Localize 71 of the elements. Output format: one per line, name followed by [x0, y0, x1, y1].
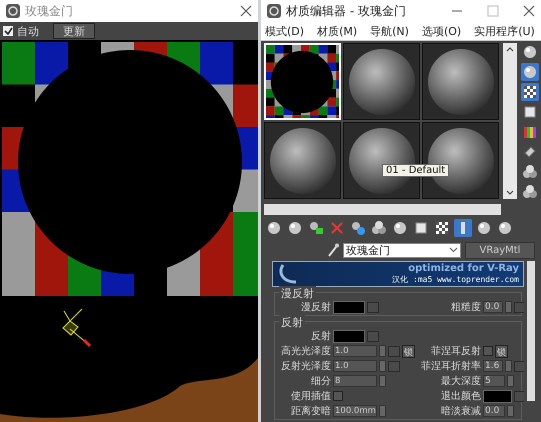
- horizontal-scrollbar[interactable]: [264, 204, 501, 215]
- vertical-scrollbar[interactable]: [503, 43, 517, 199]
- window-title: 玫瑰金门: [25, 2, 74, 20]
- field-label: 暗淡衰减: [440, 404, 481, 418]
- material-name-dropdown[interactable]: 玫瑰金门: [343, 242, 461, 258]
- number-field[interactable]: 0.0: [483, 405, 505, 417]
- material-slot[interactable]: [343, 43, 420, 120]
- spheres-icon[interactable]: [521, 183, 539, 201]
- number-field[interactable]: 0.0: [483, 301, 504, 313]
- color-swatch[interactable]: [333, 330, 365, 342]
- field-label: 菲涅耳折射率: [420, 360, 481, 373]
- spheres-icon[interactable]: [349, 219, 367, 237]
- sphere-icon[interactable]: [475, 219, 493, 237]
- sphere-icon[interactable]: [286, 219, 304, 237]
- field-label: 使用插值: [290, 390, 331, 403]
- lock-button[interactable]: 锁: [402, 344, 415, 358]
- menu-item[interactable]: 模式(D): [265, 24, 304, 38]
- number-field[interactable]: 1.0: [333, 345, 377, 357]
- checker-icon[interactable]: [521, 83, 539, 101]
- number-field[interactable]: 100.0mm: [333, 405, 377, 417]
- spheres-icon[interactable]: [370, 219, 388, 237]
- sphere-icon[interactable]: [496, 219, 514, 237]
- number-field[interactable]: 1.0: [333, 360, 377, 372]
- eyedropper-icon[interactable]: [327, 243, 339, 257]
- close-icon[interactable]: [240, 5, 252, 17]
- field-label: 粗糙度: [450, 300, 481, 314]
- sphere-icon[interactable]: [521, 63, 539, 81]
- menu-item[interactable]: 实用程序(U): [474, 24, 535, 38]
- material-slot[interactable]: [422, 43, 499, 120]
- app-icon: [6, 4, 20, 18]
- field-label: 最大深度: [440, 374, 481, 388]
- lock-button[interactable]: 锁: [495, 344, 508, 358]
- material-slot[interactable]: [264, 122, 341, 199]
- number-field[interactable]: 8: [333, 375, 377, 387]
- auto-checkbox[interactable]: [3, 26, 13, 36]
- menu-item[interactable]: 导航(N): [370, 24, 409, 38]
- app-icon: [267, 4, 281, 18]
- color-swatch[interactable]: [333, 300, 365, 314]
- checker-icon[interactable]: [433, 219, 451, 237]
- color-swatch[interactable]: [483, 390, 512, 402]
- checkbox-label: 自动: [17, 24, 39, 38]
- sphere-icon[interactable]: [391, 219, 409, 237]
- sphere-square-icon[interactable]: [307, 219, 325, 237]
- window-title: 材质编辑器 - 玫瑰金门: [286, 2, 407, 20]
- menu-item[interactable]: 选项(O): [422, 24, 462, 38]
- group-title: 漫反射: [279, 286, 316, 301]
- field-label: 高光光泽度: [280, 344, 331, 358]
- spheres-icon[interactable]: [521, 163, 539, 181]
- banner-slogan: optimized for V-Ray: [408, 263, 519, 274]
- material-type-button[interactable]: VRayMtl: [465, 242, 535, 258]
- caret-icon[interactable]: [449, 247, 458, 253]
- group-title: 反射: [279, 315, 305, 330]
- checkbox[interactable]: [483, 346, 493, 356]
- field-label: 反射光泽度: [280, 360, 331, 373]
- number-field[interactable]: 1.6: [483, 360, 504, 372]
- field-label: 漫反射: [300, 300, 331, 314]
- checkbox[interactable]: [333, 391, 343, 401]
- close-icon[interactable]: [523, 5, 535, 17]
- menu-item[interactable]: 材质(M): [317, 24, 358, 38]
- sphere-icon[interactable]: [521, 43, 539, 61]
- number-field[interactable]: 5: [483, 375, 505, 387]
- field-label: 退出颜色: [440, 390, 481, 403]
- sphere-icon[interactable]: [265, 219, 283, 237]
- field-label: 细分: [310, 375, 331, 388]
- field-label: 距离变暗: [290, 404, 331, 418]
- banner-credit: 汉化 :ma5 www.toprender.com: [392, 274, 519, 285]
- tooltip: 01 - Default: [382, 164, 450, 177]
- field-label: 反射: [310, 330, 331, 343]
- vertical-scrollbar[interactable]: [527, 261, 535, 401]
- update-button[interactable]: 更新: [53, 23, 95, 39]
- field-label: 菲涅耳反射: [430, 344, 481, 358]
